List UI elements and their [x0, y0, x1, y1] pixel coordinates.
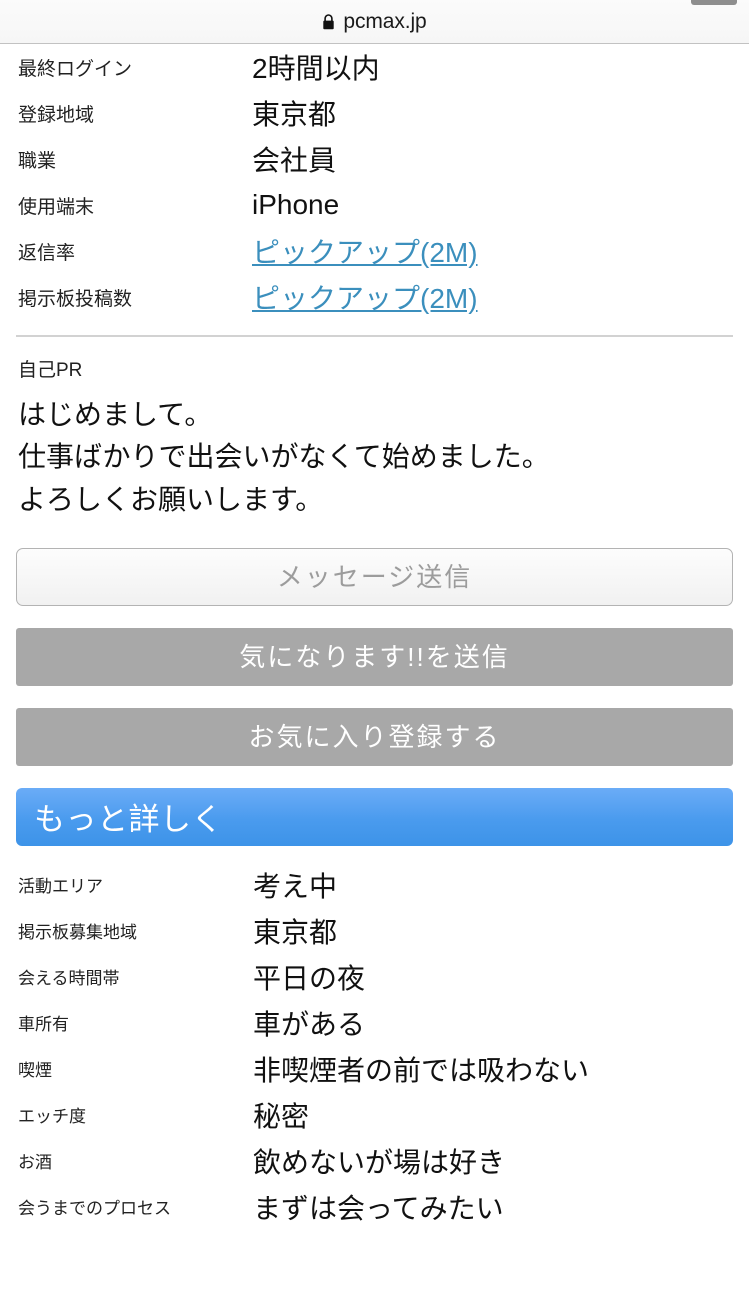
- spec-value: iPhone: [252, 189, 340, 220]
- detail-value: 飲めないが場は好き: [253, 1146, 506, 1178]
- detail-label: 掲示板募集地域: [18, 923, 137, 943]
- more-details-table: 活動エリア 考え中 掲示板募集地域 東京都 会える時間帯 平日の夜 車所有 車が…: [0, 862, 749, 1230]
- more-details-section-header: もっと詳しく: [16, 787, 733, 846]
- action-button-group: メッセージ送信 気になります!!を送信 お気に入り登録する もっと詳しく: [0, 522, 749, 846]
- table-row: 使用端末 iPhone: [0, 182, 749, 228]
- table-row: 登録地域 東京都: [0, 90, 749, 136]
- table-row: 職業 会社員: [0, 136, 749, 182]
- table-row: 返信率 ピックアップ(2M): [0, 228, 749, 274]
- more-details-rows: 活動エリア 考え中 掲示板募集地域 東京都 会える時間帯 平日の夜 車所有 車が…: [0, 862, 749, 1230]
- spec-value: 会社員: [252, 145, 337, 176]
- spec-value-link-cell: ピックアップ(2M): [252, 274, 749, 320]
- self-pr-heading: 自己PR: [18, 360, 83, 381]
- board-posts-pickup-link[interactable]: ピックアップ(2M): [252, 283, 478, 314]
- spec-label: 返信率: [18, 242, 76, 264]
- table-row: 掲示板募集地域 東京都: [0, 908, 749, 954]
- more-details-title: もっと詳しく: [34, 802, 223, 838]
- table-row: エッチ度 秘密: [0, 1092, 749, 1138]
- spec-label: 掲示板投稿数: [18, 288, 133, 310]
- scroll-indicator: [691, 0, 737, 5]
- self-pr-block: 自己PR はじめまして。 仕事ばかりで出会いがなくて始めました。 よろしくお願い…: [0, 337, 749, 522]
- detail-value: 平日の夜: [253, 962, 366, 994]
- spec-value: 2時間以内: [252, 53, 380, 84]
- profile-spec-rows: 最終ログイン 2時間以内 登録地域 東京都 職業 会社員 使用端末 iPhone…: [0, 44, 749, 320]
- detail-value: 非喫煙者の前では吸わない: [253, 1054, 590, 1086]
- lock-icon: [322, 13, 335, 30]
- send-message-button[interactable]: メッセージ送信: [16, 547, 733, 606]
- send-interest-button[interactable]: 気になります!!を送信: [16, 627, 733, 686]
- detail-label: 活動エリア: [18, 877, 103, 897]
- spec-value-link-cell: ピックアップ(2M): [252, 228, 749, 274]
- detail-value: 東京都: [253, 916, 338, 948]
- self-pr-body: はじめまして。 仕事ばかりで出会いがなくて始めました。 よろしくお願いします。: [18, 398, 550, 515]
- add-favorite-button[interactable]: お気に入り登録する: [16, 707, 733, 766]
- browser-address-bar[interactable]: pcmax.jp: [0, 0, 749, 44]
- table-row: 会うまでのプロセス まずは会ってみたい: [0, 1184, 749, 1230]
- detail-label: 喫煙: [18, 1061, 52, 1081]
- spec-label: 登録地域: [18, 104, 95, 126]
- table-row: 最終ログイン 2時間以内: [0, 44, 749, 90]
- table-row: 掲示板投稿数 ピックアップ(2M): [0, 274, 749, 320]
- url-display[interactable]: pcmax.jp: [322, 9, 427, 34]
- spec-label: 最終ログイン: [18, 58, 133, 80]
- spec-label: 職業: [18, 150, 57, 172]
- table-row: お酒 飲めないが場は好き: [0, 1138, 749, 1184]
- detail-value: 車がある: [253, 1008, 366, 1040]
- spec-value: 東京都: [252, 99, 337, 130]
- detail-label: 車所有: [18, 1015, 69, 1035]
- detail-value: まずは会ってみたい: [253, 1192, 504, 1224]
- detail-value: 秘密: [253, 1100, 310, 1132]
- detail-label: エッチ度: [18, 1107, 86, 1127]
- detail-value: 考え中: [253, 870, 338, 902]
- profile-spec-table: 最終ログイン 2時間以内 登録地域 東京都 職業 会社員 使用端末 iPhone…: [0, 44, 749, 320]
- detail-label: お酒: [18, 1153, 52, 1173]
- url-text: pcmax.jp: [343, 9, 427, 33]
- table-row: 車所有 車がある: [0, 1000, 749, 1046]
- table-row: 会える時間帯 平日の夜: [0, 954, 749, 1000]
- reply-rate-pickup-link[interactable]: ピックアップ(2M): [252, 237, 478, 268]
- detail-label: 会える時間帯: [18, 969, 120, 989]
- table-row: 活動エリア 考え中: [0, 862, 749, 908]
- spec-label: 使用端末: [18, 196, 95, 218]
- page-content: 最終ログイン 2時間以内 登録地域 東京都 職業 会社員 使用端末 iPhone…: [0, 44, 749, 1230]
- table-row: 喫煙 非喫煙者の前では吸わない: [0, 1046, 749, 1092]
- detail-label: 会うまでのプロセス: [18, 1199, 171, 1219]
